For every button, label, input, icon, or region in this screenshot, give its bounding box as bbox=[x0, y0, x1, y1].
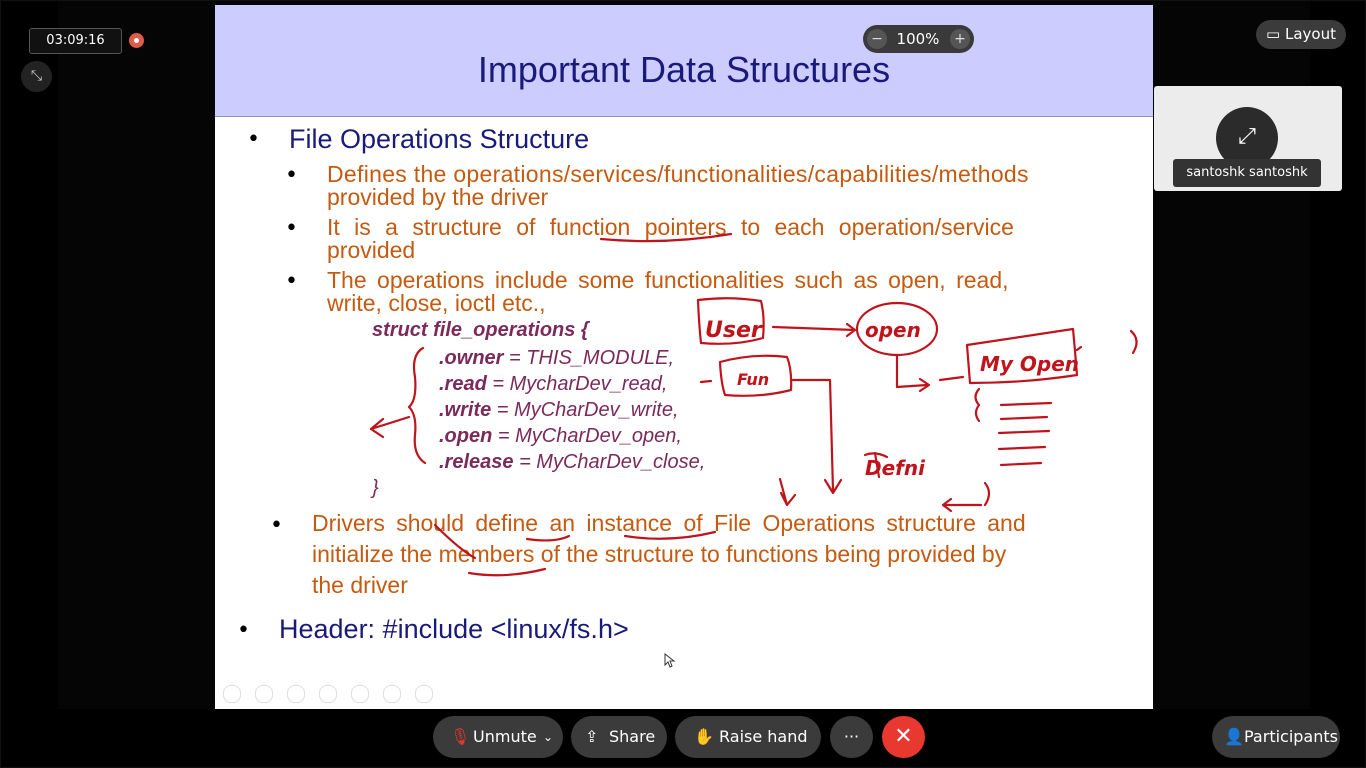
meeting-timer: 03:09:16 bbox=[29, 28, 122, 54]
leave-call-button[interactable]: ✕ bbox=[882, 716, 925, 758]
code-value: = MyCharDev_close, bbox=[513, 451, 706, 473]
code-key: .open bbox=[439, 425, 493, 447]
myopen-box bbox=[965, 327, 1079, 385]
paren-stroke-2 bbox=[1129, 329, 1138, 355]
more-options-button[interactable]: ··· bbox=[830, 716, 873, 758]
collapse-icon[interactable]: ⤡ bbox=[21, 61, 52, 92]
code-value: = MyCharDev_open, bbox=[492, 425, 682, 447]
code-close-brace: } bbox=[372, 477, 379, 499]
small-brace-stroke bbox=[974, 387, 981, 423]
sub-bullet-function-pointers-cont: provided bbox=[327, 237, 416, 263]
slides-view-icon[interactable] bbox=[319, 685, 337, 703]
zoom-control: − 100% + bbox=[863, 25, 974, 53]
fun-box bbox=[718, 354, 793, 397]
mic-off-icon: 🎙 bbox=[450, 727, 471, 746]
sub-bullet-function-pointers: It is a structure of function pointers t… bbox=[327, 214, 1014, 240]
more-options-icon[interactable] bbox=[415, 685, 433, 703]
code-line-write: .write = MyCharDev_write, bbox=[439, 399, 679, 422]
prev-slide-icon[interactable] bbox=[223, 685, 241, 703]
sub-bullet-operations-include: The operations include some functionalit… bbox=[327, 267, 1009, 293]
bullet-dot: • bbox=[285, 216, 298, 241]
subtitles-icon[interactable] bbox=[383, 685, 401, 703]
zoom-out-button[interactable]: − bbox=[867, 29, 887, 49]
bullet-header-include: Header: #include <linux/fs.h> bbox=[279, 614, 629, 644]
slide-title: Important Data Structures bbox=[477, 49, 891, 90]
layout-icon: ▭ bbox=[1266, 25, 1281, 43]
arrow-left-bottom bbox=[941, 481, 991, 513]
defni-lines bbox=[863, 451, 889, 479]
bullet-dot: • bbox=[237, 618, 250, 643]
code-key: .release bbox=[439, 451, 514, 473]
underline-members bbox=[467, 567, 547, 577]
share-button[interactable]: ⇪ Share bbox=[571, 716, 667, 758]
mouse-cursor-icon bbox=[664, 653, 676, 668]
recording-indicator-icon bbox=[129, 33, 144, 48]
people-icon: 👤 bbox=[1224, 727, 1244, 746]
code-key: .write bbox=[439, 399, 492, 421]
arrow-fun-down bbox=[791, 378, 843, 495]
participants-button[interactable]: 👤 Participants bbox=[1212, 716, 1340, 758]
share-label: Share bbox=[609, 727, 656, 746]
unmute-label: Unmute bbox=[473, 727, 537, 746]
bullet-dot: • bbox=[285, 163, 298, 188]
annotation-myopen-label: My Open bbox=[980, 352, 1079, 376]
bullet-file-operations: File Operations Structure bbox=[289, 124, 590, 154]
arrow-small-down bbox=[778, 477, 797, 507]
share-icon: ⇪ bbox=[585, 727, 599, 746]
paren-stroke bbox=[1075, 345, 1083, 352]
annotation-fun-label: Fun bbox=[737, 370, 769, 389]
user-box bbox=[696, 297, 765, 345]
code-value: = MyCharDev_write, bbox=[491, 399, 679, 421]
raise-hand-label: Raise hand bbox=[719, 727, 808, 746]
sub-bullet-drivers: Drivers should define an instance of Fil… bbox=[312, 510, 1026, 536]
bullet-dot: • bbox=[270, 513, 283, 538]
zoom-level: 100% bbox=[896, 30, 940, 48]
code-value: = THIS_MODULE, bbox=[503, 347, 675, 369]
code-key: .owner bbox=[439, 347, 504, 369]
unmute-button[interactable]: 🎙 Unmute ⌄ bbox=[433, 716, 563, 758]
participant-name: santoshk santoshk bbox=[1173, 159, 1321, 187]
underline-define bbox=[525, 534, 571, 542]
slide-header: Important Data Structures bbox=[215, 5, 1153, 117]
next-slide-icon[interactable] bbox=[255, 685, 273, 703]
code-line-owner: .owner = THIS_MODULE, bbox=[439, 347, 674, 370]
zoom-tool-icon[interactable] bbox=[351, 685, 369, 703]
dash-stroke bbox=[699, 379, 713, 384]
sub-bullet-operations-include-cont: write, close, ioctl etc., bbox=[327, 290, 546, 316]
layout-button[interactable]: ▭ Layout bbox=[1256, 20, 1346, 49]
code-struct-header: struct file_operations { bbox=[372, 319, 589, 341]
bullet-dot: • bbox=[247, 127, 260, 152]
left-arrow-stroke bbox=[369, 415, 411, 439]
hand-icon: ✋ bbox=[694, 727, 714, 746]
sub-bullet-defines: Defines the operations/services/function… bbox=[327, 161, 1029, 187]
annotation-defni-label: Defni bbox=[865, 456, 926, 480]
arrow-open-to-myopen bbox=[895, 353, 931, 393]
dash-stroke-2 bbox=[938, 375, 965, 382]
open-ellipse bbox=[855, 301, 939, 357]
presentation-slide: Important Data Structures − 100% + • Fil… bbox=[215, 5, 1153, 709]
arrow-user-to-open bbox=[771, 322, 857, 338]
code-line-read: .read = MycharDev_read, bbox=[439, 373, 667, 396]
code-value: = MycharDev_read, bbox=[486, 373, 668, 395]
chevron-down-icon[interactable]: ⌄ bbox=[543, 716, 553, 758]
bullet-dot: • bbox=[285, 269, 298, 294]
code-key: .read bbox=[439, 373, 487, 395]
sub-bullet-drivers-cont1: initialize the members of the structure … bbox=[312, 541, 1007, 567]
meeting-window: Important Data Structures − 100% + • Fil… bbox=[1, 1, 1365, 767]
sub-bullet-defines-cont: provided by the driver bbox=[327, 184, 549, 210]
close-icon: ✕ bbox=[894, 724, 913, 749]
zoom-in-button[interactable]: + bbox=[950, 29, 970, 49]
participant-video-tile[interactable]: ⤢ santoshk santoshk bbox=[1154, 86, 1342, 191]
annotation-user-label: User bbox=[705, 318, 763, 343]
annotation-open-label: open bbox=[865, 318, 921, 342]
layout-label: Layout bbox=[1285, 25, 1336, 43]
pen-tool-icon[interactable] bbox=[287, 685, 305, 703]
body-lines bbox=[997, 401, 1053, 467]
code-line-open: .open = MyCharDev_open, bbox=[439, 425, 682, 448]
code-line-release: .release = MyCharDev_close, bbox=[439, 451, 705, 474]
sub-bullet-drivers-cont2: the driver bbox=[312, 572, 408, 598]
participants-label: Participants bbox=[1244, 727, 1338, 746]
raise-hand-button[interactable]: ✋ Raise hand bbox=[675, 716, 821, 758]
code-brace-stroke bbox=[407, 346, 427, 465]
